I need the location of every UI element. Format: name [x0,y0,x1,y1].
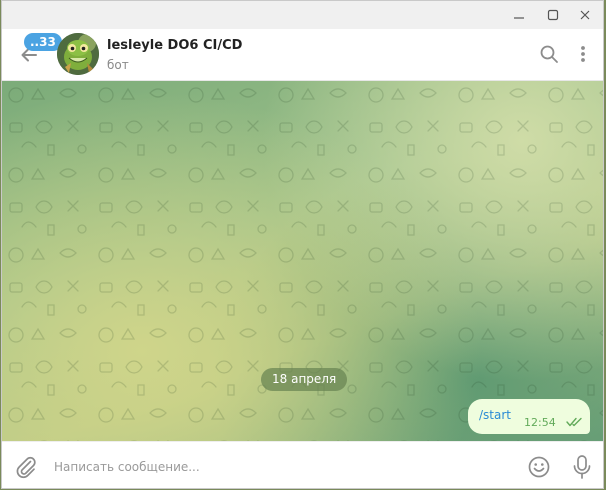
close-icon [580,10,590,20]
microphone-icon [573,455,591,479]
maximize-icon [547,9,559,21]
message-composer [2,441,603,488]
bot-avatar-image [57,33,99,75]
outgoing-message[interactable]: /start 12:54 [468,399,590,434]
close-button[interactable] [568,1,602,29]
chat-messages-area[interactable]: 18 апреля /start 12:54 [2,81,603,441]
paperclip-icon [16,456,36,479]
window-titlebar [2,1,603,30]
minimize-icon [514,17,524,19]
attach-button[interactable] [14,455,38,479]
avatar[interactable] [57,33,99,75]
emoji-button[interactable] [527,455,551,479]
message-input[interactable] [52,454,506,480]
telegram-window: ..33 lesleyle DO6 CI/CD бот 18 апреля /s… [1,0,604,489]
more-button[interactable] [571,42,595,66]
maximize-button[interactable] [536,1,570,29]
chat-subtitle: бот [107,58,129,72]
chat-header: ..33 lesleyle DO6 CI/CD бот [2,29,603,81]
date-separator: 18 апреля [261,368,348,391]
more-vertical-icon [581,46,585,62]
minimize-button[interactable] [502,1,536,29]
emoji-icon [528,456,550,478]
voice-message-button[interactable] [570,454,594,480]
message-text-command[interactable]: /start [479,408,511,422]
unread-count-badge: ..33 [24,33,62,51]
message-time: 12:54 [524,416,556,429]
double-check-icon [566,417,582,427]
search-button[interactable] [537,42,561,66]
search-icon [540,45,558,63]
chat-title[interactable]: lesleyle DO6 CI/CD [107,38,242,53]
